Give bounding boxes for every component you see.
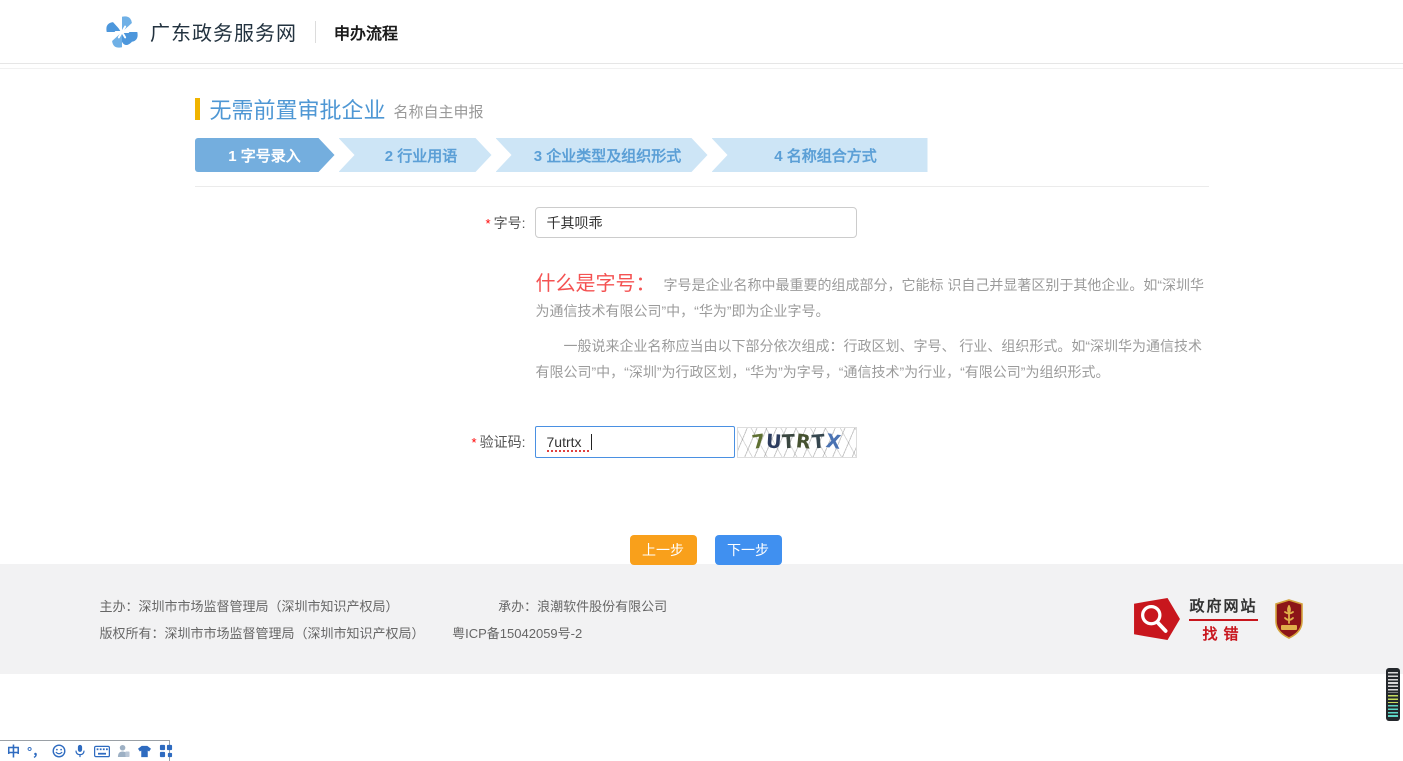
captcha-label: *验证码: (195, 432, 535, 452)
site-logo-icon (104, 14, 140, 50)
ime-skin-icon[interactable] (137, 745, 152, 758)
zihao-input[interactable] (535, 207, 857, 238)
zihao-label: *字号: (195, 213, 535, 233)
ime-keyboard-icon[interactable] (94, 745, 110, 758)
page-title: 无需前置审批企业 名称自主申报 (195, 69, 1209, 125)
spellcheck-squiggle (547, 450, 589, 452)
header-section-label: 申办流程 (334, 20, 398, 44)
required-asterisk: * (472, 435, 477, 450)
next-step-button[interactable]: 下一步 (715, 535, 782, 565)
ime-emoji-icon[interactable] (52, 744, 66, 758)
ime-punctuation-icon[interactable]: °， (27, 745, 45, 758)
step-3-type[interactable]: 3 企业类型及组织形式 (496, 138, 708, 172)
gov-site-error-report-badge[interactable]: 政府网站 找错 (1133, 595, 1257, 644)
step-1-zihao[interactable]: 1 字号录入 (195, 138, 335, 172)
magnifier-flag-icon (1133, 597, 1181, 641)
ime-chinese-mode-icon[interactable]: 中 (7, 745, 20, 758)
previous-step-button[interactable]: 上一步 (630, 535, 697, 565)
text-cursor (591, 434, 592, 450)
page: 广东政务服务网 申办流程 无需前置审批企业 名称自主申报 1 字号录入 2 行业… (0, 0, 1403, 761)
ime-toolbar: 中 °， (0, 740, 170, 761)
captcha-input[interactable] (535, 426, 735, 458)
required-asterisk: * (486, 216, 491, 231)
step-4-combination[interactable]: 4 名称组合方式 (712, 138, 928, 172)
captcha-row: *验证码: 7UTRTX (195, 426, 1209, 458)
header: 广东政务服务网 申办流程 (0, 0, 1403, 64)
ime-microphone-icon[interactable] (73, 744, 87, 758)
explanation-heading: 什么是字号： (536, 273, 656, 295)
title-accent-bar (195, 98, 200, 120)
meter-teal-bars (1388, 705, 1398, 717)
header-divider (315, 21, 316, 43)
main-content: 无需前置审批企业 名称自主申报 1 字号录入 2 行业用语 3 企业类型及组织形… (0, 69, 1403, 564)
audio-level-widget[interactable] (1386, 668, 1400, 721)
explanation-paragraph-1: 什么是字号：字号是企业名称中最重要的组成部分，它能标 识自己并显著区别于其他企业… (536, 271, 1212, 324)
footer-copyright: 版权所有：深圳市市场监督管理局（深圳市知识产权局） (100, 626, 425, 641)
step-indicator: 1 字号录入 2 行业用语 3 企业类型及组织形式 4 名称组合方式 (195, 138, 1209, 172)
site-home-link[interactable]: 广东政务服务网 (104, 14, 297, 50)
ime-user-dict-icon[interactable] (117, 744, 130, 758)
footer-badges: 政府网站 找错 (1133, 595, 1303, 644)
footer-icp-number: 粤ICP备15042059号-2 (452, 626, 582, 641)
step-2-industry[interactable]: 2 行业用语 (339, 138, 492, 172)
meter-gray-bars (1388, 672, 1398, 693)
captcha-image[interactable]: 7UTRTX (737, 427, 857, 458)
badge-line2: 找错 (1189, 623, 1257, 644)
page-subtitle: 名称自主申报 (394, 101, 484, 122)
explanation-paragraph-2: 一般说来企业名称应当由以下部分依次组成：行政区划、字号、 行业、组织形式。如“深… (536, 333, 1212, 385)
explanation-block: 什么是字号：字号是企业名称中最重要的组成部分，它能标 识自己并显著区别于其他企业… (536, 271, 1212, 385)
footer-undertaker: 承办：浪潮软件股份有限公司 (498, 599, 667, 614)
footer-host: 主办：深圳市市场监督管理局（深圳市知识产权局） (100, 599, 399, 614)
page-title-text: 无需前置审批企业 (210, 93, 386, 125)
zihao-row: *字号: (195, 207, 1209, 238)
badge-line1: 政府网站 (1189, 595, 1257, 616)
ime-menu-grid-icon[interactable] (159, 744, 173, 758)
site-title: 广东政务服务网 (150, 17, 297, 46)
badge-rule (1189, 619, 1257, 621)
footer-text: 主办：深圳市市场监督管理局（深圳市知识产权局） 承办：浪潮软件股份有限公司 版权… (100, 588, 668, 650)
red-shield-badge-icon[interactable] (1274, 599, 1304, 639)
footer: 主办：深圳市市场监督管理局（深圳市知识产权局） 承办：浪潮软件股份有限公司 版权… (0, 564, 1403, 674)
button-row: 上一步 下一步 (195, 535, 1209, 565)
section-divider (195, 186, 1209, 187)
meter-yellow-bars (1388, 695, 1398, 704)
